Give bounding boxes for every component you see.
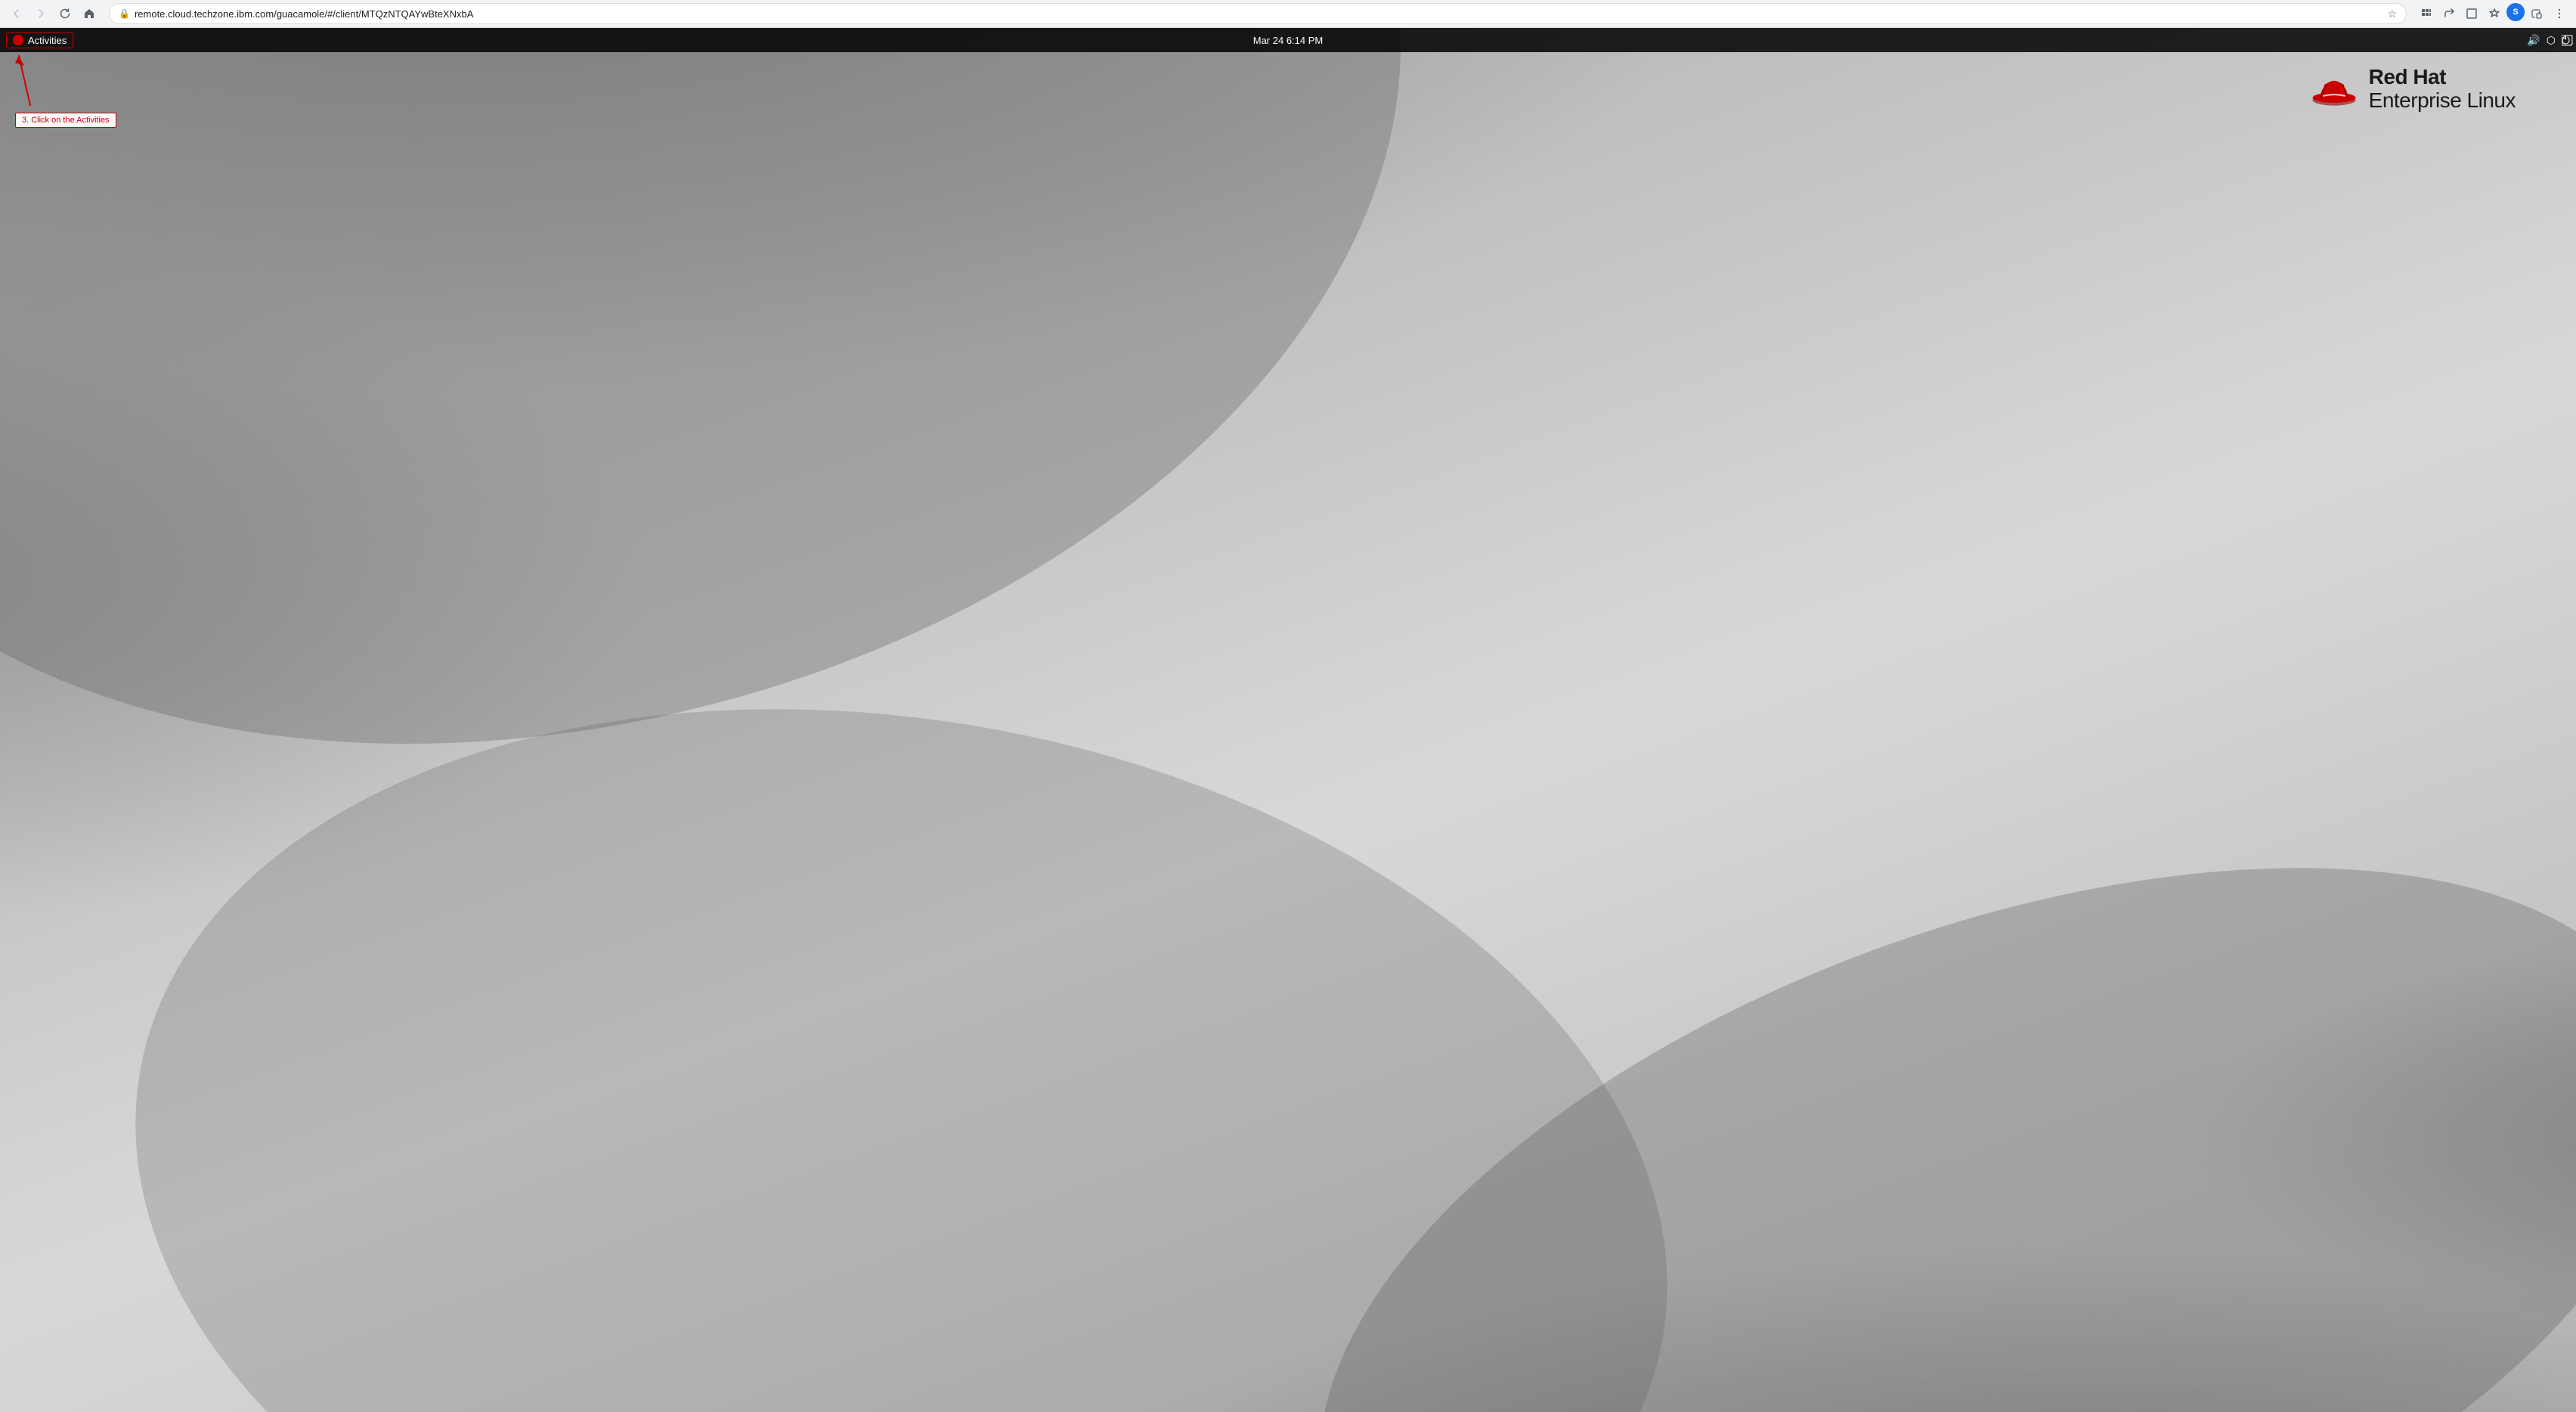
redhat-text: Red Hat Enterprise Linux [2369, 66, 2516, 113]
annotation-arrow-svg [15, 52, 60, 113]
menu-button[interactable] [2549, 3, 2570, 24]
forward-button[interactable] [30, 3, 51, 24]
home-button[interactable] [79, 3, 100, 24]
browser-toolbar: 🔒 ☆ [0, 0, 2576, 27]
redhat-hat-icon [2311, 70, 2357, 108]
browser-actions: S [2416, 3, 2570, 24]
star-icon[interactable]: ☆ [2387, 8, 2397, 20]
extensions-button[interactable] [2526, 3, 2547, 24]
back-button[interactable] [6, 3, 27, 24]
network-icon[interactable]: ⬡ [2547, 34, 2556, 47]
account-button[interactable]: S [2506, 3, 2525, 21]
activities-label: Activities [28, 35, 67, 46]
wallpaper [0, 28, 2576, 1412]
lock-icon: 🔒 [119, 8, 130, 19]
guac-icon [2562, 35, 2572, 45]
browser-chrome: 🔒 ☆ [0, 0, 2576, 28]
remote-desktop[interactable]: Activities Mar 24 6:14 PM 🔊 ⬡ ⏻ [0, 28, 2576, 1412]
gnome-topbar: Activities Mar 24 6:14 PM 🔊 ⬡ ⏻ [0, 28, 2576, 52]
new-tab-button[interactable] [2461, 3, 2482, 24]
topbar-clock: Mar 24 6:14 PM [1253, 35, 1324, 46]
guac-corner-button[interactable] [2558, 28, 2576, 52]
reload-button[interactable] [54, 3, 76, 24]
redhat-product: Enterprise Linux [2369, 89, 2516, 113]
annotation-container: 3. Click on the Activities [15, 52, 60, 116]
share-button[interactable] [2438, 3, 2460, 24]
activities-button[interactable]: Activities [6, 33, 73, 48]
bookmark-manager-button[interactable] [2416, 3, 2437, 24]
redhat-name: Red Hat [2369, 66, 2516, 89]
address-bar-container[interactable]: 🔒 ☆ [109, 3, 2407, 24]
audio-icon[interactable]: 🔊 [2527, 34, 2540, 47]
redhat-dot-icon [13, 35, 23, 45]
address-bar[interactable] [135, 8, 2387, 20]
redhat-logo: Red Hat Enterprise Linux [2311, 66, 2516, 113]
annotation-tooltip: 3. Click on the Activities [15, 113, 116, 128]
favorite-button[interactable] [2484, 3, 2505, 24]
